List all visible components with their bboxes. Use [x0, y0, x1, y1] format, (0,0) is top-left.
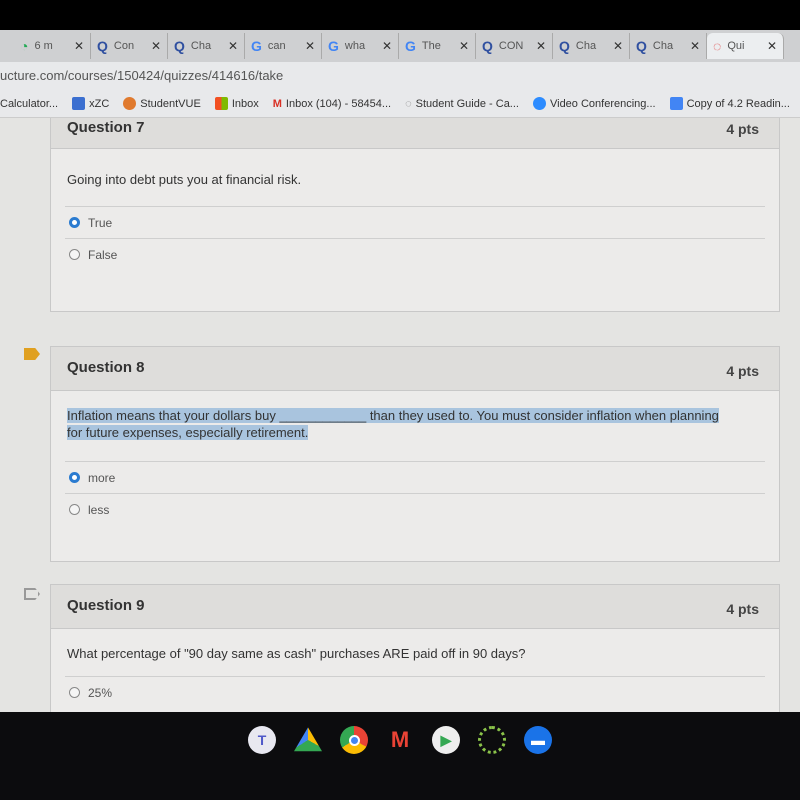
answer-option[interactable]: False: [65, 238, 765, 270]
github-icon: ◔: [20, 38, 29, 54]
close-icon[interactable]: ✕: [151, 39, 161, 53]
tab[interactable]: Q Con ✕: [91, 33, 168, 59]
drive-icon[interactable]: [294, 727, 322, 752]
tab[interactable]: Gwha ✕: [322, 33, 399, 59]
google-icon: G: [328, 38, 339, 54]
quiz-content: Question 7 4 pts Going into debt puts you…: [0, 118, 800, 712]
microsoft-icon: [214, 97, 228, 110]
answer-option[interactable]: less: [65, 493, 765, 525]
flag-outline-icon[interactable]: [24, 588, 40, 600]
close-icon[interactable]: ✕: [613, 39, 623, 53]
close-icon[interactable]: ✕: [459, 39, 469, 53]
radio-selected[interactable]: [69, 472, 80, 483]
tab-active[interactable]: ◌ Qui ✕: [707, 33, 784, 59]
bookmark[interactable]: StudentVUE: [123, 97, 201, 110]
launcher-icon[interactable]: [478, 726, 506, 754]
bookmark[interactable]: Video Conferencing...: [532, 97, 656, 110]
question-text: Inflation means that your dollars buy __…: [67, 408, 719, 440]
answer-option[interactable]: True: [65, 206, 765, 238]
tab[interactable]: Gcan ✕: [245, 33, 322, 59]
tab[interactable]: Q Cha ✕: [630, 33, 707, 59]
gmail-icon[interactable]: M: [386, 726, 414, 754]
tab[interactable]: Q Cha ✕: [168, 33, 245, 59]
quizlet-icon: Q: [174, 38, 185, 54]
tab-strip: ◔ 6 m ✕ Q Con ✕ Q Cha ✕ Gcan ✕ Gwha ✕ G The ✕ Q CON…: [0, 30, 800, 62]
bookmarks-bar: Calculator... xZC StudentVUE Inbox M Inbo…: [0, 90, 800, 118]
radio-selected[interactable]: [69, 217, 80, 228]
question-title: Question 8: [67, 359, 145, 376]
question-9: Question 9 4 pts What percentage of "90 d…: [50, 584, 780, 712]
quizlet-icon: Q: [482, 38, 493, 54]
tab[interactable]: Q Cha ✕: [553, 33, 630, 59]
address-bar[interactable]: ucture.com/courses/150424/quizzes/414616…: [0, 62, 800, 90]
bookmark[interactable]: xZC: [72, 97, 109, 110]
google-icon: G: [405, 38, 416, 54]
flag-icon[interactable]: [24, 348, 40, 360]
radio[interactable]: [69, 249, 80, 260]
bookmark[interactable]: Calculator...: [0, 98, 58, 110]
bookmark[interactable]: Inbox: [214, 97, 259, 110]
close-icon[interactable]: ✕: [228, 39, 238, 53]
question-text: Going into debt puts you at financial ri…: [67, 172, 302, 187]
tab[interactable]: Q CON ✕: [476, 33, 553, 59]
bookmark[interactable]: M Inbox (104) - 58454...: [273, 98, 391, 110]
radio[interactable]: [69, 687, 80, 698]
close-icon[interactable]: ✕: [74, 39, 84, 53]
question-7: Question 7 4 pts Going into debt puts you…: [50, 118, 780, 312]
tab[interactable]: ◔ 6 m ✕: [14, 33, 91, 59]
taskbar: T M ▶ ▬: [0, 712, 800, 800]
bookmark[interactable]: Copy of 4.2 Readin...: [669, 97, 790, 110]
question-8: Question 8 4 pts Inflation means that you…: [50, 346, 780, 562]
google-icon: G: [251, 38, 262, 54]
bookmark[interactable]: ◌ Student Guide - Ca...: [405, 98, 519, 110]
radio[interactable]: [69, 504, 80, 515]
answer-option[interactable]: 25%: [65, 676, 765, 708]
question-title: Question 7: [67, 119, 145, 136]
question-points: 4 pts: [726, 121, 759, 137]
chrome-icon[interactable]: [340, 726, 368, 754]
close-icon[interactable]: ✕: [767, 39, 777, 53]
close-icon[interactable]: ✕: [536, 39, 546, 53]
quizlet-icon: Q: [97, 38, 108, 54]
canvas-icon: ◌: [713, 38, 722, 54]
play-store-icon[interactable]: ▶: [432, 726, 460, 754]
answer-option[interactable]: more: [65, 461, 765, 493]
canvas-icon: ◌: [405, 97, 412, 110]
tab[interactable]: G The ✕: [399, 33, 476, 59]
close-icon[interactable]: ✕: [690, 39, 700, 53]
question-text: What percentage of "90 day same as cash"…: [67, 646, 526, 661]
zoom-icon: [532, 97, 546, 110]
teams-icon[interactable]: T: [248, 726, 276, 754]
docs-icon: [669, 97, 683, 110]
question-points: 4 pts: [726, 363, 759, 379]
question-points: 4 pts: [726, 601, 759, 617]
close-icon[interactable]: ✕: [382, 39, 392, 53]
studentvue-icon: [123, 97, 137, 110]
question-title: Question 9: [67, 597, 145, 614]
quizlet-icon: Q: [636, 38, 647, 54]
gmail-icon: M: [272, 97, 282, 110]
close-icon[interactable]: ✕: [305, 39, 315, 53]
files-icon[interactable]: ▬: [524, 726, 552, 754]
bookmark-icon: [72, 97, 86, 110]
quizlet-icon: Q: [559, 38, 570, 54]
